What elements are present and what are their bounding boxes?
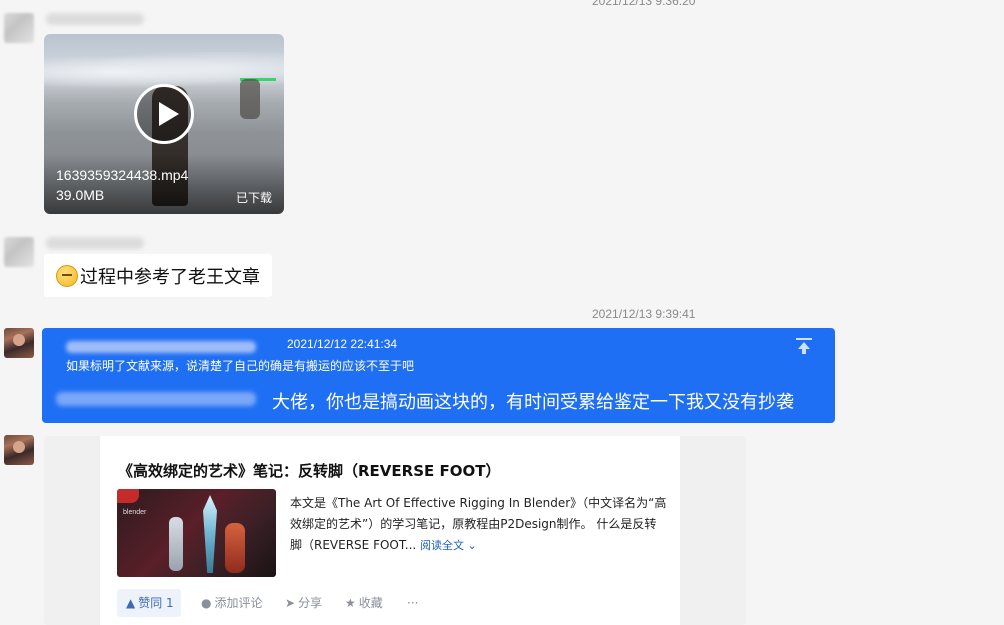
blender-logo: blender — [123, 509, 147, 516]
message-bubble[interactable]: 过程中参考了老王文章 — [44, 254, 272, 297]
article-description: 本文是《The Art Of Effective Rigging In Blen… — [290, 496, 667, 552]
sender-name — [46, 13, 144, 25]
comment-icon: ● — [201, 596, 212, 610]
share-icon: ➤ — [285, 596, 296, 610]
article-card[interactable]: 《高效绑定的艺术》笔记：反转脚（REVERSE FOOT） blender 本文… — [100, 436, 680, 625]
more-button[interactable]: ··· — [407, 589, 418, 617]
quoted-time: 2021/12/12 22:41:34 — [287, 337, 398, 351]
download-status: 已下载 — [235, 191, 272, 205]
avatar[interactable] — [4, 237, 34, 267]
message-text: 过程中参考了老王文章 — [80, 267, 260, 288]
favorite-button[interactable]: ★ 收藏 — [345, 589, 383, 617]
video-size: 39.0MB — [56, 187, 105, 203]
avatar[interactable] — [4, 328, 34, 358]
read-more-link[interactable]: 阅读全文 ⌄ — [420, 539, 477, 552]
quoted-text: 如果标明了文献来源，说清楚了自己的确是有搬运的应该不至于吧 — [66, 359, 415, 373]
quoted-sender — [66, 341, 256, 353]
timestamp: 2021/12/13 9:36:20 — [592, 0, 696, 8]
comment-button[interactable]: ● 添加评论 — [201, 589, 263, 617]
like-button[interactable]: ▲ 赞同 1 — [117, 589, 181, 617]
timestamp: 2021/12/13 9:39:41 — [592, 307, 696, 321]
article-thumbnail[interactable]: blender — [117, 489, 276, 577]
article-title[interactable]: 《高效绑定的艺术》笔记：反转脚（REVERSE FOOT） — [118, 460, 500, 481]
avatar[interactable] — [4, 435, 34, 465]
message-text: 大佬，你也是搞动画这块的，有时间受累给鉴定一下我又没有抄袭 — [272, 392, 794, 413]
jump-to-top-icon[interactable] — [796, 338, 812, 356]
triangle-up-icon: ▲ — [126, 596, 136, 610]
avatar[interactable] — [4, 13, 34, 43]
sender-name — [46, 237, 144, 249]
message-bubble-own[interactable]: 2021/12/12 22:41:34 如果标明了文献来源，说清楚了自己的确是有… — [42, 328, 835, 423]
mention-blur — [56, 392, 256, 406]
video-message[interactable]: 1639359324438.mp4 39.0MB 已下载 — [44, 34, 284, 214]
chevron-down-icon: ⌄ — [467, 539, 477, 552]
video-filename: 1639359324438.mp4 — [56, 167, 189, 183]
share-button[interactable]: ➤ 分享 — [285, 589, 322, 617]
star-icon: ★ — [345, 596, 356, 610]
play-icon[interactable] — [134, 84, 194, 144]
smile-emoji-icon — [56, 265, 78, 287]
quoted-message[interactable]: 2021/12/12 22:41:34 如果标明了文献来源，说清楚了自己的确是有… — [56, 336, 826, 384]
